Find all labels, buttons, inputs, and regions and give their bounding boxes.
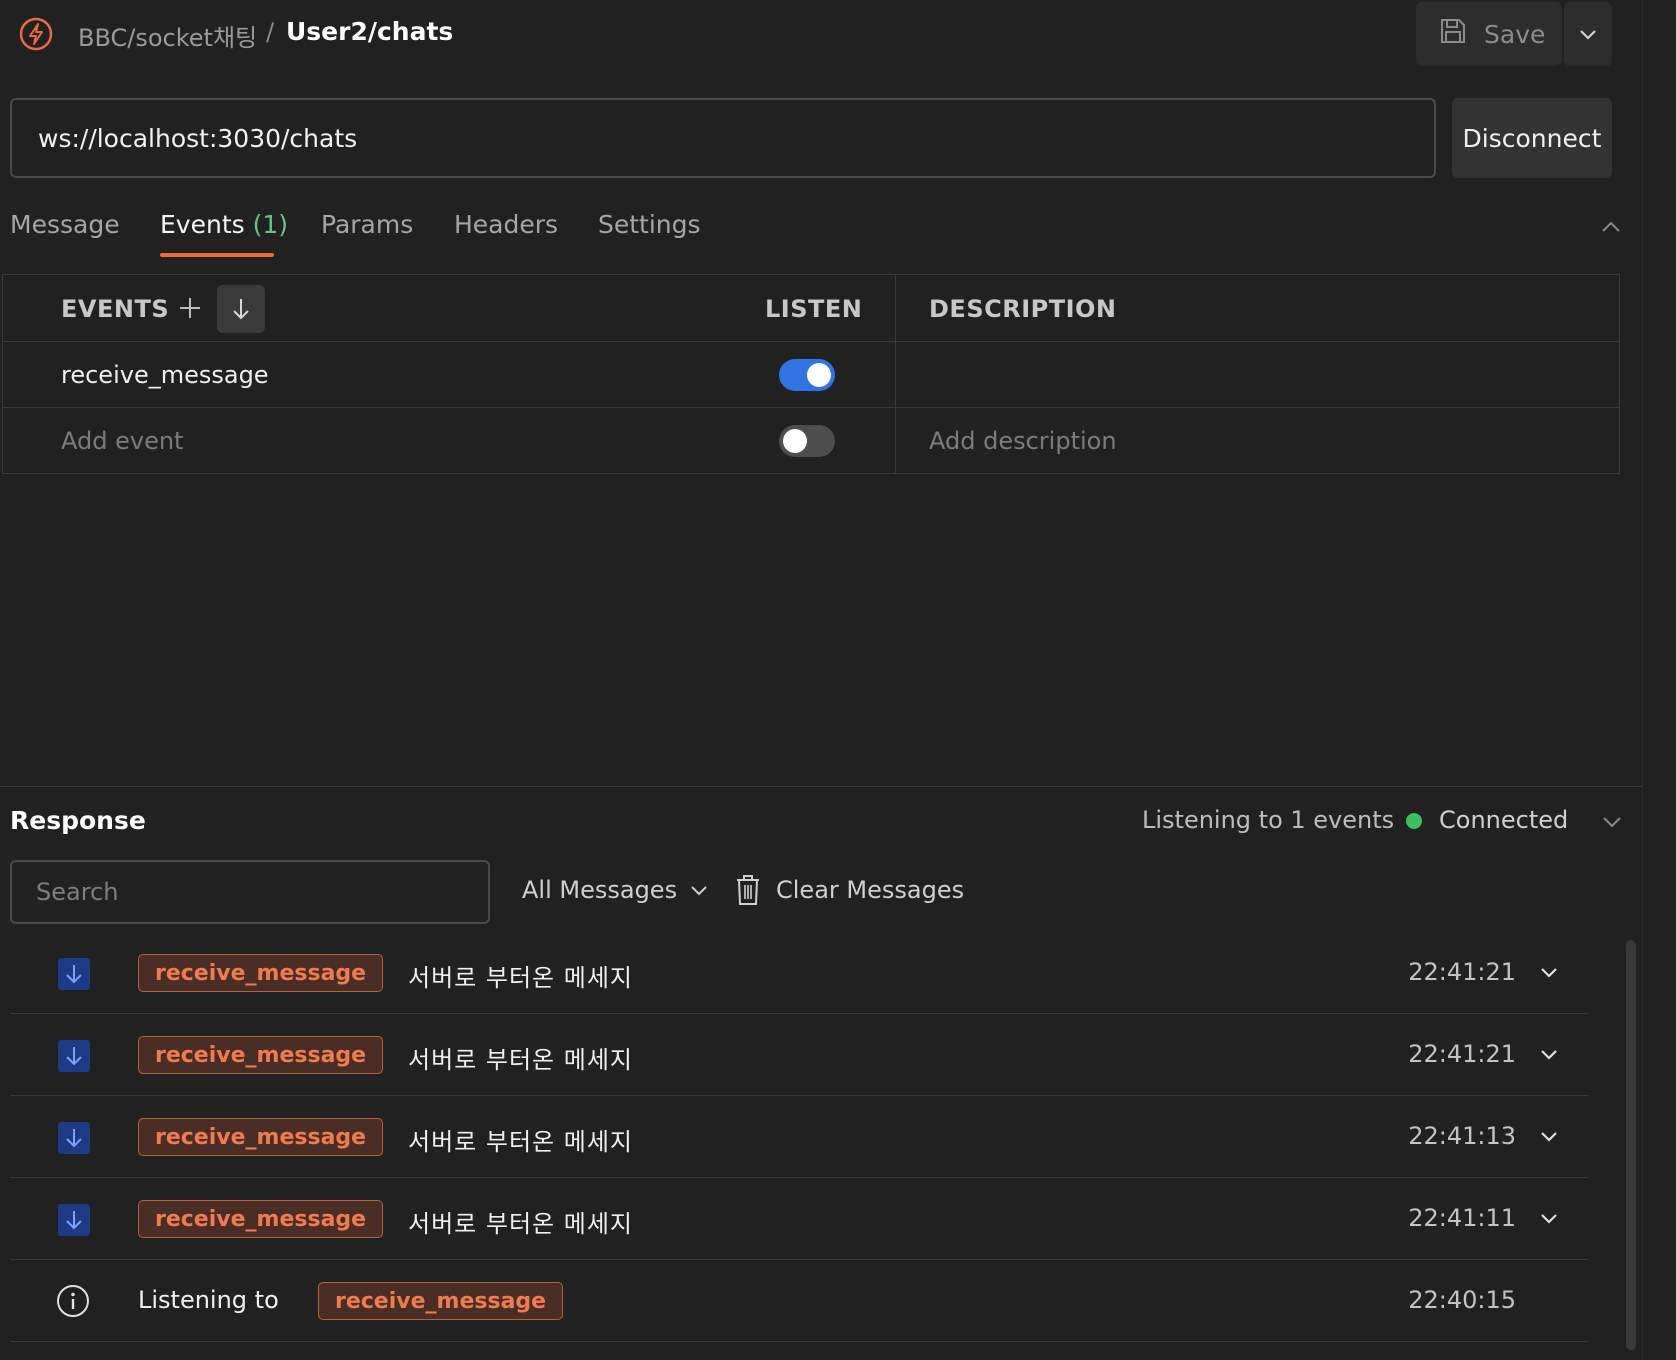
- add-event-input[interactable]: Add event: [61, 427, 183, 455]
- events-table: EVENTS LISTEN DESCRIPTION receive_messag…: [2, 274, 1620, 474]
- connection-status: Connected: [1439, 806, 1569, 834]
- table-divider: [3, 407, 1619, 408]
- event-tag: receive_message: [138, 1118, 384, 1156]
- add-description-input[interactable]: Add description: [929, 427, 1117, 455]
- event-name-cell[interactable]: receive_message: [61, 361, 269, 389]
- message-row[interactable]: receive_message 서버로 부터온 메세지 22:41:11: [10, 1178, 1588, 1260]
- message-text: 서버로 부터온 메세지: [408, 1046, 633, 1074]
- pane-divider[interactable]: [0, 786, 1642, 787]
- description-column-header: DESCRIPTION: [929, 295, 1117, 323]
- listen-toggle[interactable]: [779, 425, 835, 457]
- incoming-arrow-icon: [58, 958, 90, 990]
- table-column-divider: [895, 275, 896, 473]
- message-row[interactable]: receive_message 서버로 부터온 메세지 22:41:13: [10, 1096, 1588, 1178]
- chevron-down-icon[interactable]: [1536, 1124, 1562, 1150]
- tab-settings[interactable]: Settings: [598, 210, 701, 239]
- arrow-down-icon: [233, 299, 249, 320]
- url-input[interactable]: ws://localhost:3030/chats: [10, 98, 1436, 178]
- event-tag: receive_message: [138, 1200, 384, 1238]
- chevron-down-icon[interactable]: [1536, 1042, 1562, 1068]
- breadcrumb-separator: /: [266, 18, 275, 46]
- clear-messages-button[interactable]: Clear Messages: [734, 874, 964, 906]
- connection-status-dot: [1406, 813, 1422, 829]
- table-divider: [3, 341, 1619, 342]
- save-icon: [1438, 16, 1468, 52]
- toggle-knob: [807, 363, 831, 387]
- message-text: 서버로 부터온 메세지: [408, 964, 633, 992]
- active-tab-indicator: [160, 253, 274, 257]
- tab-headers[interactable]: Headers: [454, 210, 558, 239]
- save-label: Save: [1484, 19, 1546, 49]
- message-time: 22:41:11: [1408, 1204, 1516, 1232]
- chevron-up-icon[interactable]: [1596, 212, 1626, 242]
- message-time: 22:41:21: [1408, 958, 1516, 986]
- info-row: Listening to receive_message 22:40:15: [10, 1260, 1588, 1342]
- message-row[interactable]: receive_message 서버로 부터온 메세지 22:41:21: [10, 932, 1588, 1014]
- tab-events-label: Events: [160, 210, 245, 239]
- search-placeholder: Search: [36, 878, 119, 906]
- save-button[interactable]: Save: [1416, 2, 1562, 66]
- tab-events-count: (1): [252, 210, 289, 239]
- message-time: 22:40:15: [1408, 1286, 1516, 1314]
- search-input[interactable]: Search: [10, 860, 490, 924]
- tab-message[interactable]: Message: [10, 210, 120, 239]
- response-scrollbar[interactable]: [1626, 940, 1636, 1350]
- save-options-button[interactable]: [1564, 2, 1612, 66]
- chevron-down-icon[interactable]: [1598, 808, 1626, 836]
- chevron-down-icon: [1580, 30, 1596, 40]
- chevron-down-icon: [691, 886, 707, 896]
- url-value: ws://localhost:3030/chats: [38, 123, 358, 153]
- listen-toggle[interactable]: [779, 359, 835, 391]
- add-icon[interactable]: [177, 295, 203, 325]
- info-icon: [56, 1284, 90, 1318]
- disconnect-button[interactable]: Disconnect: [1452, 98, 1612, 178]
- message-row[interactable]: receive_message 서버로 부터온 메세지 22:41:21: [10, 1014, 1588, 1096]
- listening-count: Listening to 1 events: [1142, 806, 1395, 834]
- toggle-knob: [783, 429, 807, 453]
- event-tag: receive_message: [318, 1282, 564, 1320]
- message-time: 22:41:21: [1408, 1040, 1516, 1068]
- breadcrumb-request-name[interactable]: User2/chats: [286, 17, 453, 46]
- clear-messages-label: Clear Messages: [776, 876, 965, 904]
- chevron-down-icon[interactable]: [1536, 960, 1562, 986]
- info-label: Listening to: [138, 1286, 279, 1314]
- postman-socket-icon: [18, 16, 54, 52]
- sort-button[interactable]: [217, 285, 265, 333]
- message-time: 22:41:13: [1408, 1122, 1516, 1150]
- incoming-arrow-icon: [58, 1040, 90, 1072]
- trash-icon: [737, 875, 759, 905]
- filter-label: All Messages: [522, 876, 678, 904]
- tab-events[interactable]: Events (1): [160, 210, 288, 239]
- message-filter-dropdown[interactable]: All Messages: [522, 876, 709, 904]
- side-divider: [1642, 0, 1643, 1360]
- incoming-arrow-icon: [58, 1204, 90, 1236]
- message-text: 서버로 부터온 메세지: [408, 1210, 633, 1238]
- response-title: Response: [10, 806, 146, 835]
- message-text: 서버로 부터온 메세지: [408, 1128, 633, 1156]
- listen-column-header: LISTEN: [765, 295, 863, 323]
- event-tag: receive_message: [138, 954, 384, 992]
- incoming-arrow-icon: [58, 1122, 90, 1154]
- event-tag: receive_message: [138, 1036, 384, 1074]
- breadcrumb-collection[interactable]: BBC/socket채팅: [78, 18, 257, 53]
- events-column-header: EVENTS: [61, 295, 170, 323]
- tab-params[interactable]: Params: [321, 210, 413, 239]
- chevron-down-icon[interactable]: [1536, 1206, 1562, 1232]
